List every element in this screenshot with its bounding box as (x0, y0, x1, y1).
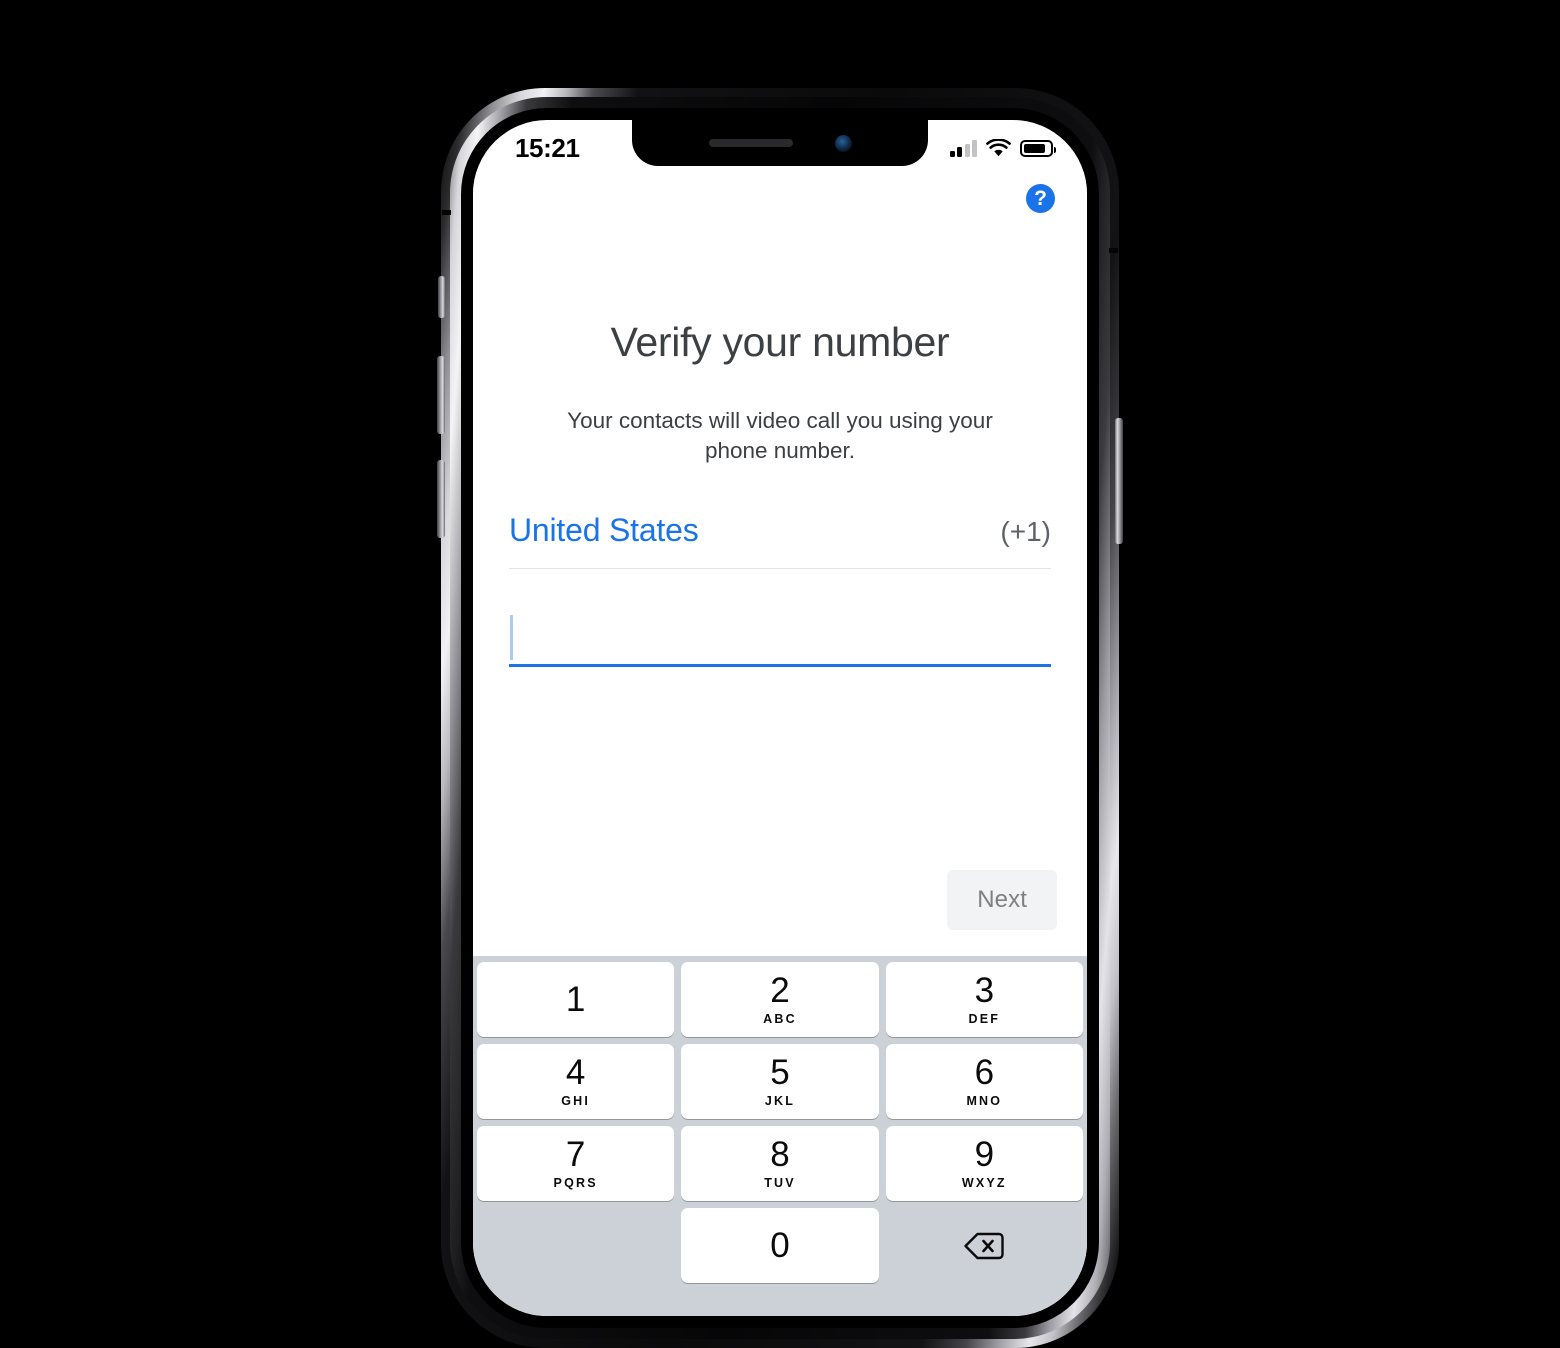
key-9[interactable]: 9 WXYZ (885, 1126, 1083, 1201)
verify-form: United States (+1) (473, 512, 1087, 667)
numeric-keypad: 1 2 ABC 3 DEF 4 GHI 5 JKL 6 MNO 7 PQRS 8… (473, 956, 1087, 1316)
status-bar-indicators (949, 138, 1056, 158)
key-3[interactable]: 3 DEF (885, 962, 1083, 1037)
key-backspace[interactable] (886, 1208, 1083, 1283)
key-0[interactable]: 0 (681, 1208, 879, 1283)
key-9-number: 9 (974, 1135, 995, 1175)
key-4-letters: GHI (561, 1094, 591, 1109)
key-5[interactable]: 5 JKL (681, 1044, 879, 1119)
hero-section: Verify your number Your contacts will vi… (473, 213, 1087, 466)
antenna-seam-left (442, 210, 451, 215)
key-2-letters: ABC (763, 1012, 797, 1027)
key-7-letters: PQRS (553, 1176, 598, 1191)
app-content: ? Verify your number Your contacts will … (473, 172, 1087, 1316)
next-row: Next (473, 870, 1087, 956)
antenna-seam-right (1109, 248, 1118, 253)
keypad-blank-cell (477, 1208, 674, 1283)
key-7-number: 7 (565, 1135, 586, 1175)
battery-icon (1020, 139, 1056, 157)
key-8[interactable]: 8 TUV (681, 1126, 879, 1201)
cellular-signal-icon (949, 139, 977, 157)
keypad-row: 4 GHI 5 JKL 6 MNO (477, 1044, 1083, 1119)
key-8-letters: TUV (764, 1176, 796, 1191)
key-7[interactable]: 7 PQRS (477, 1126, 675, 1201)
key-6-letters: MNO (966, 1094, 1003, 1109)
keypad-row: 7 PQRS 8 TUV 9 WXYZ (477, 1126, 1083, 1201)
iphone-device-mockup: 15:21 ? Verify your number Your contacts… (437, 88, 1123, 1348)
page-title: Verify your number (610, 319, 950, 365)
key-0-number: 0 (770, 1226, 790, 1265)
key-1[interactable]: 1 (477, 962, 675, 1037)
key-3-letters: DEF (968, 1012, 1001, 1027)
key-6[interactable]: 6 MNO (885, 1044, 1083, 1119)
backspace-delete-icon (964, 1232, 1005, 1259)
key-2[interactable]: 2 ABC (681, 962, 879, 1037)
wifi-icon (986, 138, 1011, 156)
front-camera-icon (834, 134, 852, 152)
key-5-letters: JKL (764, 1094, 796, 1109)
device-notch (632, 120, 928, 166)
key-5-number: 5 (770, 1053, 790, 1093)
earpiece-speaker-icon (708, 139, 793, 147)
keypad-row: 1 2 ABC 3 DEF (477, 962, 1083, 1037)
page-subtitle: Your contacts will video call you using … (567, 408, 993, 463)
key-3-number: 3 (974, 971, 995, 1011)
status-bar-time: 15:21 (515, 133, 580, 163)
country-dial-code-label: (+1) (1000, 515, 1051, 547)
key-2-number: 2 (770, 971, 790, 1011)
phone-number-input[interactable] (509, 611, 1051, 664)
help-question-icon[interactable]: ? (1026, 184, 1055, 213)
country-selector[interactable]: United States (+1) (509, 512, 1051, 569)
key-9-letters: WXYZ (961, 1176, 1007, 1191)
keypad-row: 0 (477, 1208, 1083, 1283)
key-1-number: 1 (565, 980, 586, 1019)
help-row: ? (473, 172, 1087, 213)
volume-down-button[interactable] (437, 460, 445, 538)
phone-screen: 15:21 ? Verify your number Your contacts… (473, 120, 1087, 1316)
key-6-number: 6 (974, 1053, 995, 1093)
power-button[interactable] (1115, 418, 1123, 544)
key-4[interactable]: 4 GHI (477, 1044, 675, 1119)
key-8-number: 8 (770, 1135, 790, 1175)
volume-up-button[interactable] (437, 356, 445, 434)
country-name-label: United States (509, 511, 699, 548)
mute-switch-button[interactable] (438, 276, 445, 318)
key-4-number: 4 (565, 1053, 586, 1093)
next-button[interactable]: Next (947, 870, 1057, 930)
phone-number-field[interactable] (509, 611, 1051, 667)
